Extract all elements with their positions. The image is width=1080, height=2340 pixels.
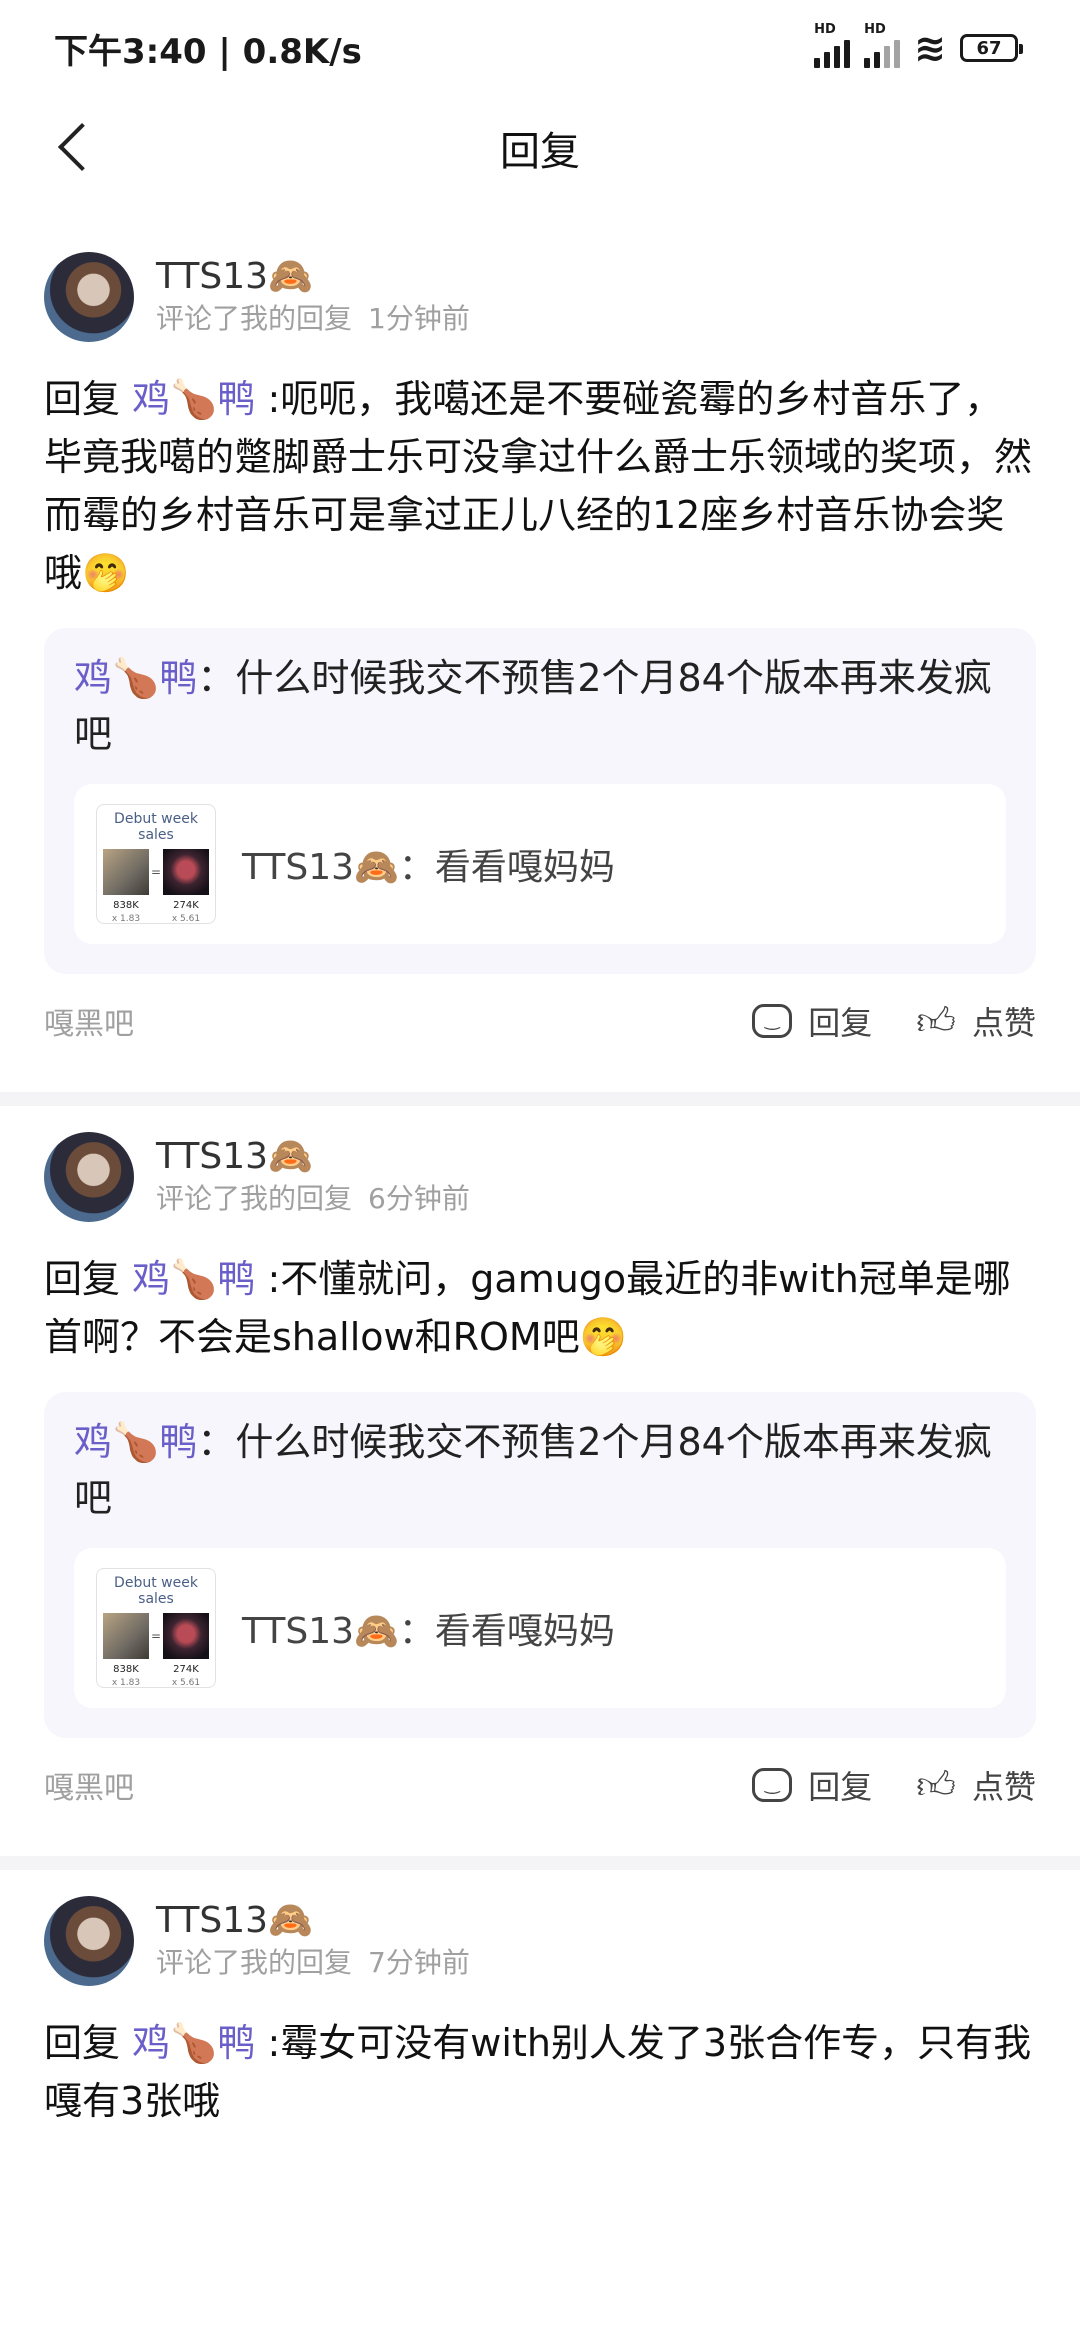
original-post-text: TTS13🙈：看看嘎妈妈 — [242, 1611, 615, 1652]
page-title: 回复 — [500, 129, 580, 175]
topic-tag[interactable]: 嘎黑吧 — [44, 1763, 134, 1807]
divider — [0, 1856, 1080, 1870]
like-button[interactable]: 👍︎ 点赞 — [916, 1762, 1036, 1808]
signal-icon: HD — [814, 22, 851, 68]
album-cover-b — [163, 1613, 209, 1659]
status-bar: 下午3:40 | 0.8K/s HD HD ≋ 67 — [0, 0, 1080, 96]
original-post-text: TTS13🙈：看看嘎妈妈 — [242, 847, 615, 888]
divider — [0, 1092, 1080, 1106]
thumbs-up-icon: 👍︎ — [916, 1763, 956, 1807]
post-thumbnail[interactable]: Debut week sales = 838K x 1.83 274K x 5.61 — [96, 1568, 216, 1688]
like-button[interactable]: 👍︎ 点赞 — [916, 998, 1036, 1044]
action-row: 嘎黑吧 ‿ 回复 👍︎ 点赞 — [44, 976, 1036, 1066]
avatar[interactable] — [44, 1132, 134, 1222]
album-cover-b — [163, 849, 209, 895]
quote-author[interactable]: 鸡🍗鸭 — [74, 1420, 197, 1464]
status-time: 下午3:40 | 0.8K/s — [54, 31, 362, 72]
reply-card: TTS13🙈 评论了我的回复 7分钟前 回复 鸡🍗鸭 :霉女可没有with别人发… — [0, 1870, 1080, 2130]
status-icons: HD HD ≋ 67 — [814, 22, 1023, 70]
comment-text[interactable]: 回复 鸡🍗鸭 :呃呃，我噶还是不要碰瓷霉的乡村音乐了，毕竟我噶的蹩脚爵士乐可没拿… — [44, 370, 1036, 602]
chevron-left-icon — [57, 122, 107, 172]
timestamp: 6分钟前 — [368, 1182, 470, 1215]
original-post[interactable]: Debut week sales = 838K x 1.83 274K x 5.61… — [74, 784, 1006, 944]
comment-icon: ‿ — [752, 1004, 793, 1038]
avatar[interactable] — [44, 252, 134, 342]
action-text: 评论了我的回复 — [156, 302, 353, 335]
album-cover-a — [103, 849, 149, 895]
timestamp: 7分钟前 — [368, 1946, 470, 1979]
username[interactable]: TTS13🙈 — [156, 1135, 470, 1179]
username[interactable]: TTS13🙈 — [156, 1899, 470, 1943]
action-text: 评论了我的回复 — [156, 1182, 353, 1215]
post-thumbnail[interactable]: Debut week sales = 838K x 1.83 274K x 5.61 — [96, 804, 216, 924]
quoted-reply[interactable]: 鸡🍗鸭：什么时候我交不预售2个月84个版本再来发疯吧 Debut week sa… — [44, 628, 1036, 974]
battery-icon: 67 — [960, 34, 1023, 62]
reply-card: TTS13🙈 评论了我的回复 1分钟前 回复 鸡🍗鸭 :呃呃，我噶还是不要碰瓷霉… — [0, 200, 1080, 1066]
reply-button[interactable]: ‿ 回复 — [752, 1762, 872, 1808]
quote-text: ：什么时候我交不预售2个月84个版本再来发疯吧 — [74, 656, 992, 756]
topic-tag[interactable]: 嘎黑吧 — [44, 999, 134, 1043]
quote-text: ：什么时候我交不预售2个月84个版本再来发疯吧 — [74, 1420, 992, 1520]
quote-author[interactable]: 鸡🍗鸭 — [74, 656, 197, 700]
comment-text[interactable]: 回复 鸡🍗鸭 :霉女可没有with别人发了3张合作专，只有我嘎有3张哦 — [44, 2014, 1036, 2130]
comment-text[interactable]: 回复 鸡🍗鸭 :不懂就问，gamugo最近的非with冠单是哪首啊？不会是sha… — [44, 1250, 1036, 1366]
mention-link[interactable]: 鸡🍗鸭 — [132, 377, 255, 421]
original-post[interactable]: Debut week sales = 838K x 1.83 274K x 5.61… — [74, 1548, 1006, 1708]
avatar[interactable] — [44, 1896, 134, 1986]
reply-card: TTS13🙈 评论了我的回复 6分钟前 回复 鸡🍗鸭 :不懂就问，gamugo最… — [0, 1106, 1080, 1830]
mention-link[interactable]: 鸡🍗鸭 — [132, 1257, 255, 1301]
quoted-reply[interactable]: 鸡🍗鸭：什么时候我交不预售2个月84个版本再来发疯吧 Debut week sa… — [44, 1392, 1036, 1738]
action-text: 评论了我的回复 — [156, 1946, 353, 1979]
album-cover-a — [103, 1613, 149, 1659]
nav-bar: 回复 — [0, 96, 1080, 200]
action-row: 嘎黑吧 ‿ 回复 👍︎ 点赞 — [44, 1740, 1036, 1830]
mention-link[interactable]: 鸡🍗鸭 — [132, 2021, 255, 2065]
reply-button[interactable]: ‿ 回复 — [752, 998, 872, 1044]
thumbs-up-icon: 👍︎ — [916, 999, 956, 1043]
comment-icon: ‿ — [752, 1768, 793, 1802]
back-button[interactable] — [42, 112, 112, 182]
timestamp: 1分钟前 — [368, 302, 470, 335]
username[interactable]: TTS13🙈 — [156, 255, 470, 299]
wifi-icon: ≋ — [914, 26, 946, 70]
signal-icon-2: HD — [864, 22, 901, 68]
